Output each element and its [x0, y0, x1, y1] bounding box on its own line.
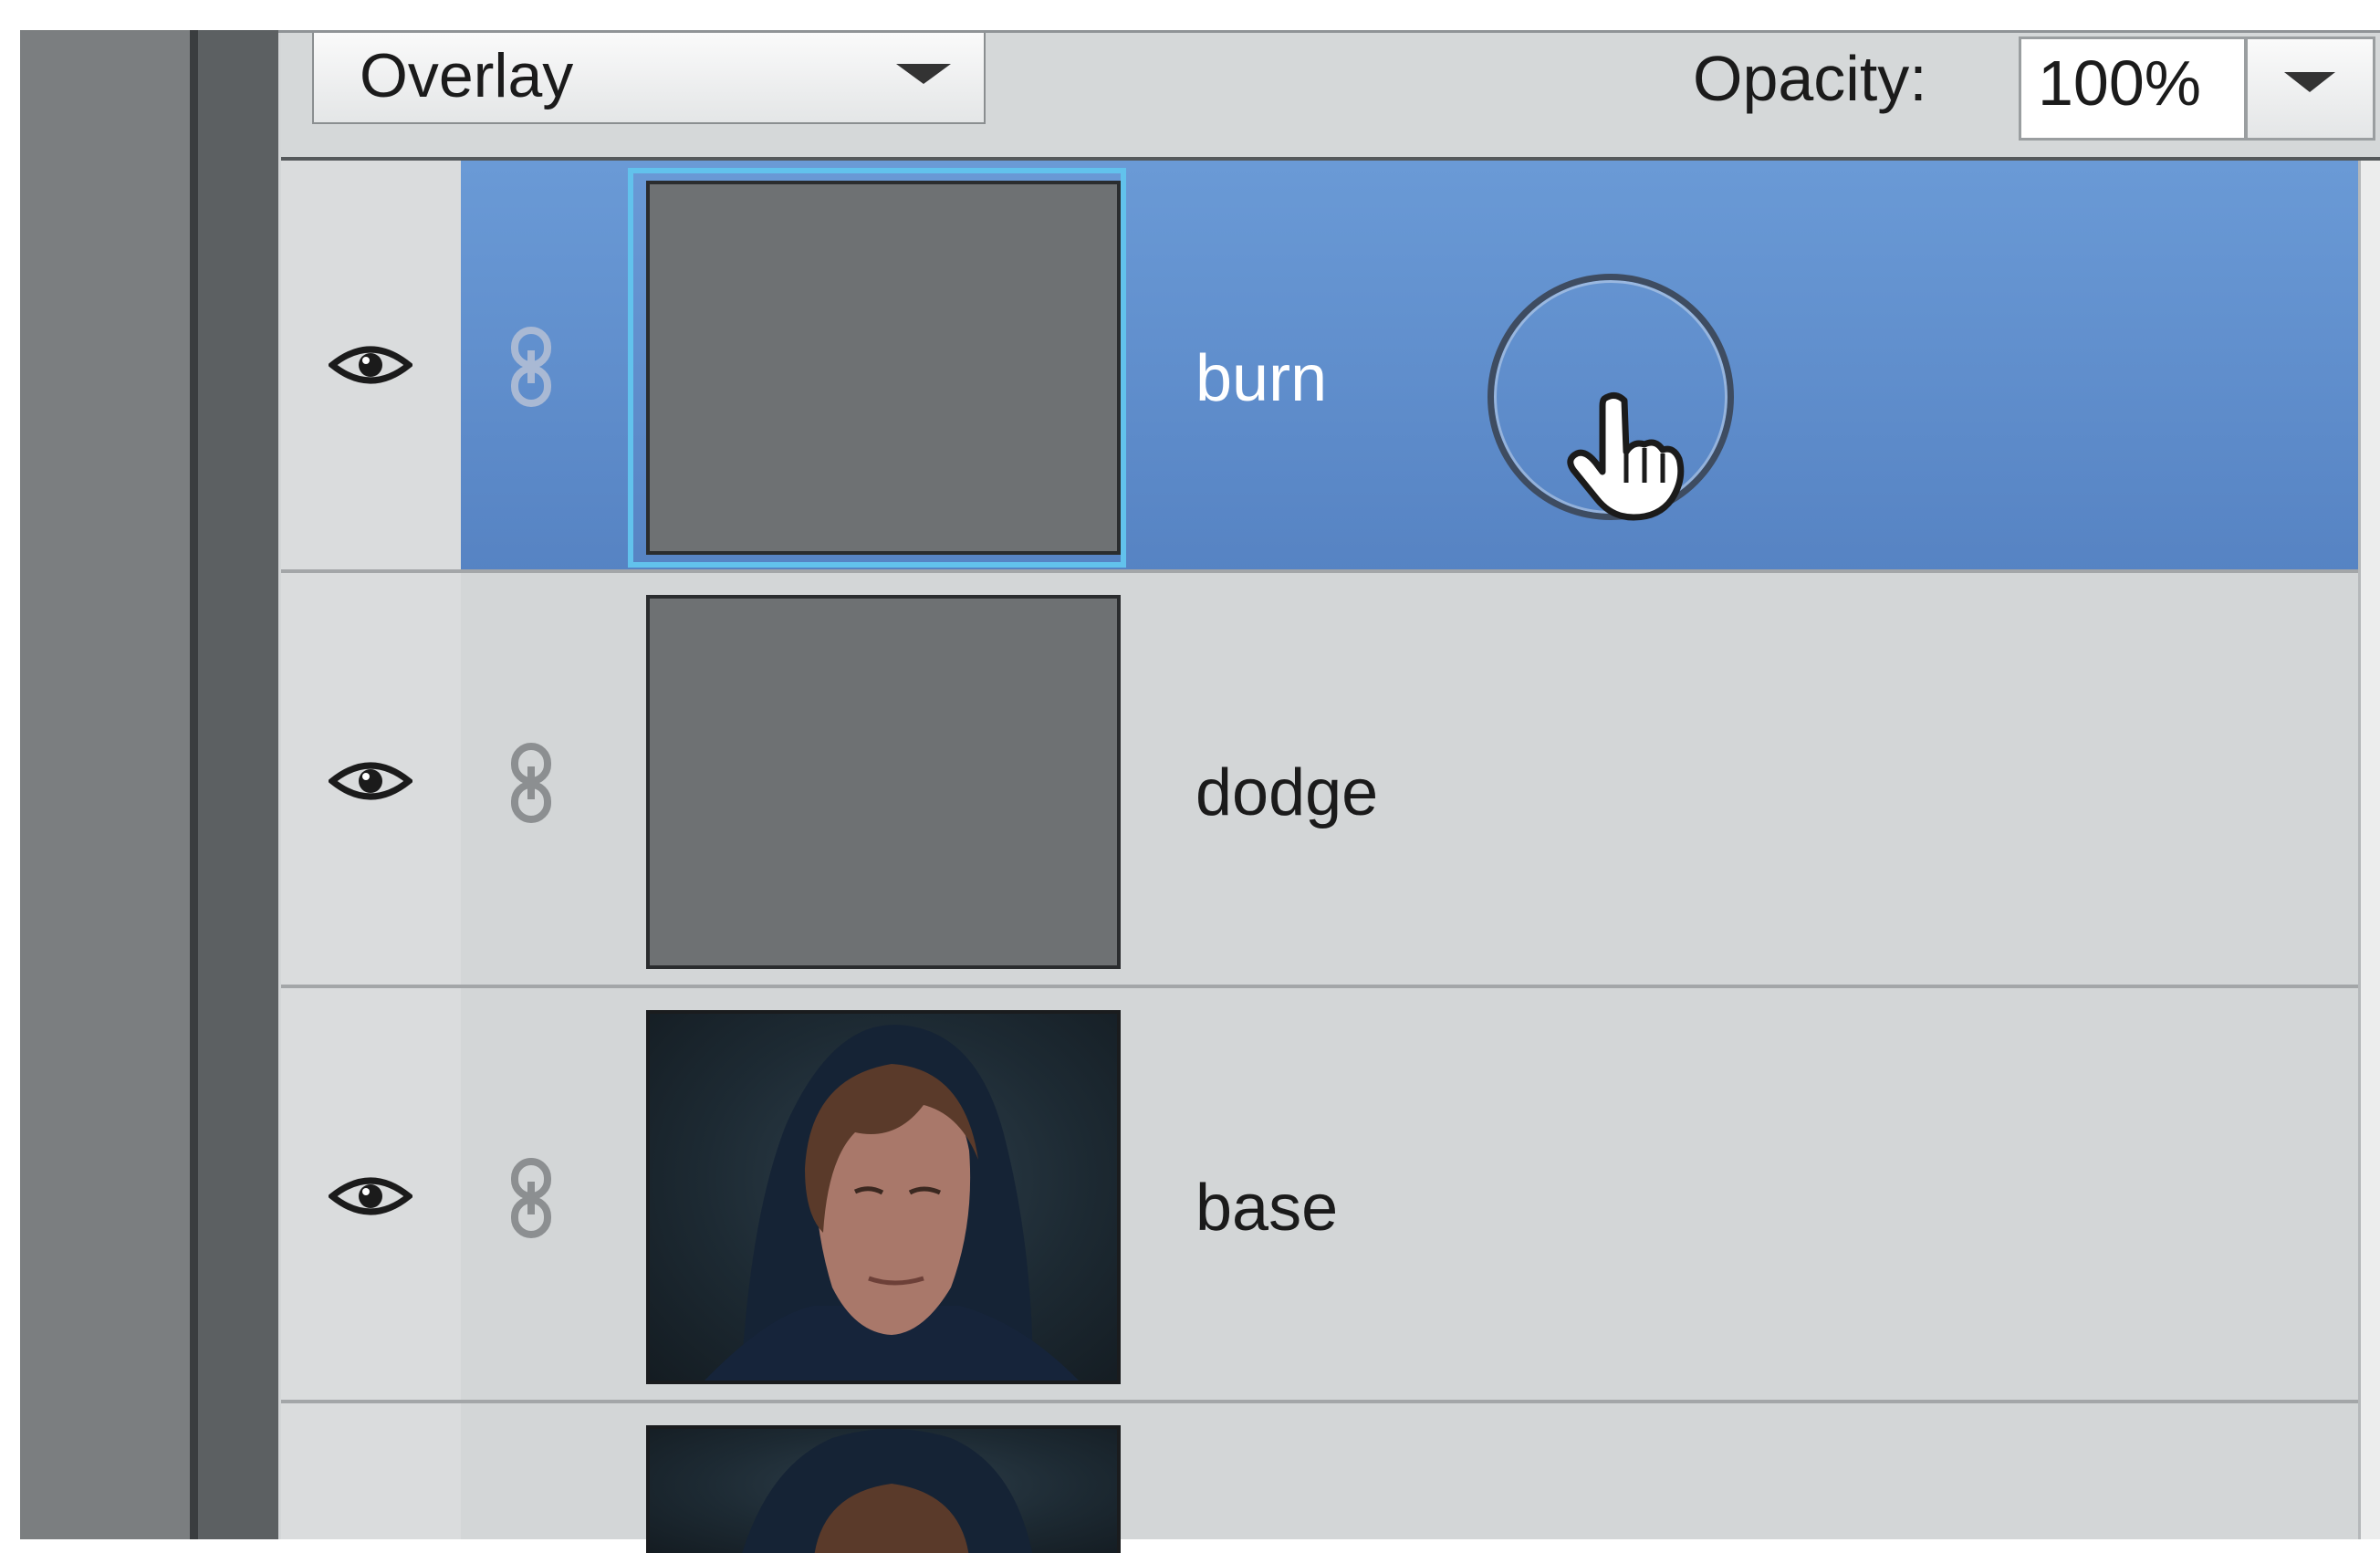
opacity-dropdown-button[interactable] [2245, 36, 2375, 141]
portrait-thumbnail [742, 1429, 1033, 1553]
chevron-down-icon [896, 64, 951, 84]
eye-icon[interactable] [329, 756, 412, 807]
blend-mode-dropdown[interactable]: Overlay [312, 33, 986, 124]
link-icon[interactable] [506, 1156, 557, 1240]
layer-thumbnail[interactable] [646, 1425, 1121, 1553]
link-icon[interactable] [506, 325, 557, 409]
layer-name[interactable]: dodge [1195, 756, 1378, 830]
layer-thumbnail[interactable] [646, 181, 1121, 555]
layer-row-burn[interactable]: burn [281, 161, 2358, 573]
layer-name[interactable]: base [1195, 1171, 1338, 1246]
portrait-thumbnail [705, 1024, 1079, 1381]
opacity-value: 100% [2038, 47, 2202, 119]
layer-thumbnail[interactable] [646, 1010, 1121, 1384]
opacity-input[interactable]: 100% [2019, 36, 2247, 141]
layer-row-partial[interactable] [281, 1403, 2358, 1553]
eye-icon[interactable] [329, 339, 412, 391]
hand-pointer-icon [1567, 392, 1685, 521]
eye-icon[interactable] [329, 1171, 412, 1222]
scrollbar[interactable] [2358, 161, 2380, 1539]
gutter-divider [190, 30, 198, 1539]
layer-thumbnail[interactable] [646, 595, 1121, 969]
panel-edge [198, 30, 278, 1539]
layer-row-dodge[interactable]: dodge [281, 573, 2358, 988]
opacity-label: Opacity: [1693, 43, 1927, 114]
link-icon[interactable] [506, 741, 557, 825]
layer-row-base[interactable]: base [281, 988, 2358, 1403]
layer-name[interactable]: burn [1195, 341, 1327, 416]
layers-toolbar: Overlay Opacity: 100% [281, 33, 2380, 161]
side-gutter [20, 30, 193, 1539]
chevron-down-icon [2284, 72, 2335, 92]
blend-mode-label: Overlay [360, 41, 574, 110]
